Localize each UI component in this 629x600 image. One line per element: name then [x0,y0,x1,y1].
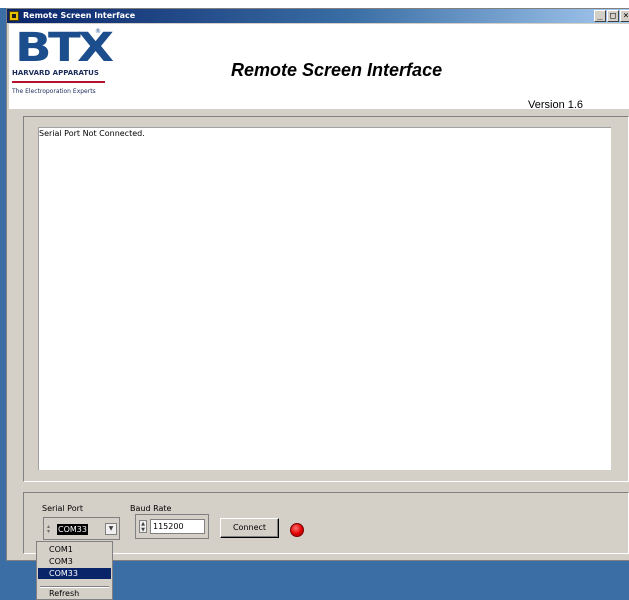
maximize-button[interactable]: □ [607,10,619,22]
logo-tagline: The Electroporation Experts [12,88,96,95]
minimize-button[interactable]: _ [594,10,606,22]
app-icon[interactable] [9,11,19,21]
logo-divider [12,81,105,83]
connection-status-led [290,523,304,537]
output-textarea[interactable]: Serial Port Not Connected. [38,127,611,470]
header-banner: BTX ® HARVARD APPARATUS The Electroporat… [9,24,629,111]
menu-item-com3[interactable]: COM3 [38,556,111,567]
chevron-down-icon[interactable]: ▼ [105,523,117,535]
logo-btx-text: BTX [15,25,114,71]
baud-rate-control[interactable]: ▲ ▼ 115200 [135,514,209,539]
title-bar[interactable]: Remote Screen Interface _ □ × [7,9,629,23]
serial-port-dropdown: COM1 COM3 COM33 Refresh [36,541,113,600]
output-text: Serial Port Not Connected. [39,129,145,138]
version-label: Version 1.6 [528,99,584,111]
spinner-arrows-icon[interactable]: ▲ ▼ [139,520,147,533]
baud-rate-label: Baud Rate [130,504,172,513]
serial-port-value[interactable]: COM33 [57,524,88,535]
desktop-strip [0,0,629,8]
connect-button[interactable]: Connect [220,518,279,538]
logo-registered-mark: ® [95,28,101,35]
connection-panel: Serial Port Baud Rate ▴ ▾ COM33 ▼ ▲ ▼ 1152… [23,492,629,554]
close-button[interactable]: × [620,10,629,22]
menu-item-refresh[interactable]: Refresh [38,588,111,599]
increment-icon: ▴ ▾ [47,523,51,535]
baud-rate-input[interactable]: 115200 [150,519,205,534]
serial-port-label: Serial Port [42,504,84,513]
app-window: Remote Screen Interface _ □ × BTX ® HARV… [6,8,629,561]
menu-item-com1[interactable]: COM1 [38,544,111,555]
app-title: Remote Screen Interface [231,60,443,80]
window-title: Remote Screen Interface [23,11,136,20]
serial-port-select[interactable]: ▴ ▾ COM33 ▼ [43,517,120,540]
logo-company-name: HARVARD APPARATUS [12,69,99,77]
caption-buttons: _ □ × [594,10,629,22]
output-panel: Serial Port Not Connected. [23,116,629,482]
menu-item-com33[interactable]: COM33 [38,568,111,579]
btx-logo: BTX ® HARVARD APPARATUS The Electroporat… [9,24,114,109]
